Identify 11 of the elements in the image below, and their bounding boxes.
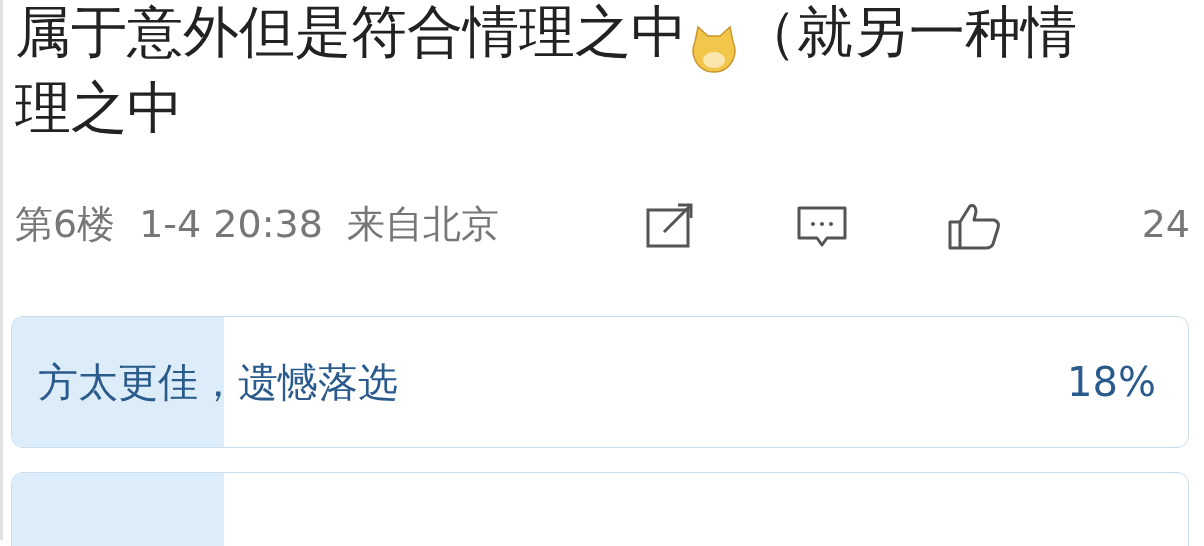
post-location: 来自北京 bbox=[346, 200, 499, 248]
like-count: 24 bbox=[1141, 200, 1190, 248]
poll-option[interactable]: 方太更佳，遗憾落选 18% bbox=[11, 316, 1189, 448]
option-percent: 18% bbox=[1067, 358, 1156, 407]
comment-text: 属于意外但是符合情理之中 bbox=[15, 0, 687, 66]
post-time: 1-4 20:38 bbox=[139, 200, 323, 248]
floor-number: 第6楼 bbox=[15, 200, 116, 248]
comment-text: （就另一种情 bbox=[741, 0, 1077, 66]
comment-text: 理之中 bbox=[15, 75, 183, 140]
dog-emoji-icon bbox=[689, 23, 739, 74]
option-label: 方太更佳，遗憾落选 bbox=[38, 358, 398, 407]
